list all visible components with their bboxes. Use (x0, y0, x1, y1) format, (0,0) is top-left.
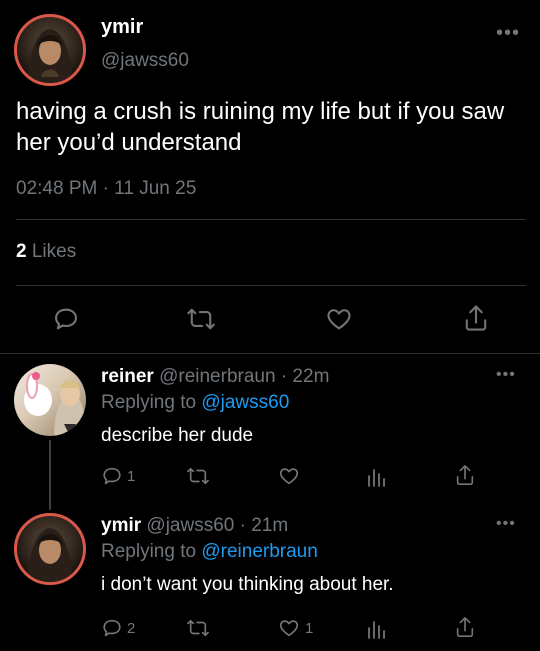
reply-count: 2 (127, 619, 136, 637)
thread-connector (49, 440, 51, 510)
reply-2-like-button[interactable]: 1 (277, 617, 313, 639)
reply-2-header[interactable]: ymir @jawss60 · 21m (101, 515, 288, 537)
analytics-icon (368, 621, 385, 639)
heart-icon (279, 468, 299, 485)
reply-1-replying-to: Replying to @jawss60 (101, 392, 289, 414)
reply-1-reply-button[interactable]: 1 (101, 465, 135, 487)
like-button[interactable] (324, 305, 354, 333)
reply-icon (55, 308, 77, 330)
reply-count: 1 (127, 467, 136, 485)
reply-1-analytics-button[interactable] (366, 464, 388, 488)
retweet-icon (187, 308, 215, 330)
reply-1-meta: @reinerbraun · 22m (153, 366, 330, 387)
likes-count: 2 (16, 241, 27, 262)
more-options-icon[interactable]: ••• (496, 515, 516, 533)
reply-avatar-reiner[interactable] (14, 364, 86, 436)
reply-2-text: i don’t want you thinking about her. (101, 574, 394, 595)
reply-icon (103, 619, 121, 637)
analytics-icon (368, 469, 385, 487)
reply-avatar-ymir[interactable] (14, 513, 86, 585)
likes-label: Likes (26, 241, 77, 262)
retweet-icon (187, 467, 209, 485)
share-icon (465, 305, 487, 331)
likes-summary[interactable]: 2 Likes (16, 241, 76, 263)
reply-button[interactable] (52, 305, 80, 333)
reply-1-share-button[interactable] (454, 463, 476, 487)
reply-2-reply-button[interactable]: 2 (101, 617, 135, 639)
main-tweet-avatar[interactable] (14, 14, 86, 86)
divider (0, 353, 540, 354)
reply-2-meta: @jawss60 · 21m (141, 515, 289, 536)
divider (16, 219, 526, 220)
reply-icon (103, 467, 121, 485)
share-icon (456, 617, 474, 637)
share-button[interactable] (462, 303, 490, 333)
reply-1-name[interactable]: reiner (101, 366, 154, 387)
main-tweet-timestamp[interactable]: 02:48 PM · 11 Jun 25 (16, 178, 196, 200)
avatar-portrait-icon (27, 29, 73, 83)
share-icon (456, 465, 474, 485)
reply-2-replying-to: Replying to @reinerbraun (101, 541, 318, 563)
reply-1-like-button[interactable] (277, 465, 301, 487)
main-tweet-text: having a crush is ruining my life but if… (16, 98, 505, 156)
avatar-portrait-icon (27, 528, 73, 582)
reply-1-retweet-button[interactable] (186, 465, 210, 487)
reply-1-text: describe her dude (101, 425, 254, 446)
replying-to-link[interactable]: @reinerbraun (201, 541, 317, 562)
replying-prefix: Replying to (101, 392, 202, 413)
retweet-icon (187, 619, 209, 637)
retweet-button[interactable] (186, 305, 216, 333)
heart-icon (279, 620, 299, 637)
heart-icon (327, 309, 351, 330)
reply-2-analytics-button[interactable] (366, 616, 388, 640)
like-count: 1 (305, 619, 314, 637)
reply-2-retweet-button[interactable] (186, 617, 210, 639)
more-options-icon[interactable]: ••• (496, 366, 516, 384)
main-tweet-handle[interactable]: @jawss60 (101, 50, 189, 72)
divider (16, 285, 526, 286)
reply-2-share-button[interactable] (454, 615, 476, 639)
avatar-portrait-icon (24, 372, 86, 436)
replying-prefix: Replying to (101, 541, 202, 562)
reply-2-name[interactable]: ymir (101, 515, 141, 536)
main-tweet-name[interactable]: ymir (101, 16, 143, 39)
more-options-icon[interactable]: ••• (496, 22, 520, 45)
reply-1-header[interactable]: reiner @reinerbraun · 22m (101, 366, 329, 388)
replying-to-link[interactable]: @jawss60 (201, 392, 289, 413)
